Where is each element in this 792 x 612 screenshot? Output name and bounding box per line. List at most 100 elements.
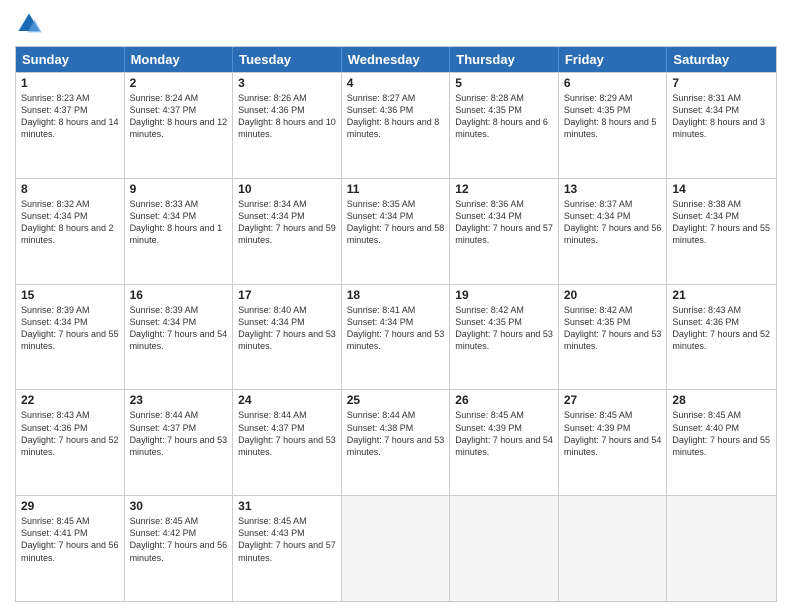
day-info: Sunrise: 8:45 AMSunset: 4:39 PMDaylight:… xyxy=(564,409,662,458)
day-info: Sunrise: 8:41 AMSunset: 4:34 PMDaylight:… xyxy=(347,304,445,353)
day-number: 14 xyxy=(672,182,771,196)
header-day-friday: Friday xyxy=(559,47,668,72)
day-number: 24 xyxy=(238,393,336,407)
day-info: Sunrise: 8:44 AMSunset: 4:37 PMDaylight:… xyxy=(130,409,228,458)
day-cell-14: 14 Sunrise: 8:38 AMSunset: 4:34 PMDayligh… xyxy=(667,179,776,284)
day-info: Sunrise: 8:44 AMSunset: 4:37 PMDaylight:… xyxy=(238,409,336,458)
day-number: 28 xyxy=(672,393,771,407)
day-info: Sunrise: 8:34 AMSunset: 4:34 PMDaylight:… xyxy=(238,198,336,247)
calendar-week-2: 8 Sunrise: 8:32 AMSunset: 4:34 PMDaylight… xyxy=(16,178,776,284)
day-number: 30 xyxy=(130,499,228,513)
day-cell-29: 29 Sunrise: 8:45 AMSunset: 4:41 PMDayligh… xyxy=(16,496,125,601)
day-number: 10 xyxy=(238,182,336,196)
day-info: Sunrise: 8:32 AMSunset: 4:34 PMDaylight:… xyxy=(21,198,119,247)
calendar-week-5: 29 Sunrise: 8:45 AMSunset: 4:41 PMDayligh… xyxy=(16,495,776,601)
page: SundayMondayTuesdayWednesdayThursdayFrid… xyxy=(0,0,792,612)
day-cell-8: 8 Sunrise: 8:32 AMSunset: 4:34 PMDaylight… xyxy=(16,179,125,284)
day-info: Sunrise: 8:27 AMSunset: 4:36 PMDaylight:… xyxy=(347,92,445,141)
day-cell-21: 21 Sunrise: 8:43 AMSunset: 4:36 PMDayligh… xyxy=(667,285,776,390)
day-cell-19: 19 Sunrise: 8:42 AMSunset: 4:35 PMDayligh… xyxy=(450,285,559,390)
day-number: 20 xyxy=(564,288,662,302)
day-number: 23 xyxy=(130,393,228,407)
day-cell-15: 15 Sunrise: 8:39 AMSunset: 4:34 PMDayligh… xyxy=(16,285,125,390)
day-cell-28: 28 Sunrise: 8:45 AMSunset: 4:40 PMDayligh… xyxy=(667,390,776,495)
day-number: 3 xyxy=(238,76,336,90)
day-info: Sunrise: 8:43 AMSunset: 4:36 PMDaylight:… xyxy=(672,304,771,353)
day-number: 31 xyxy=(238,499,336,513)
day-cell-10: 10 Sunrise: 8:34 AMSunset: 4:34 PMDayligh… xyxy=(233,179,342,284)
calendar-week-3: 15 Sunrise: 8:39 AMSunset: 4:34 PMDayligh… xyxy=(16,284,776,390)
empty-cell xyxy=(559,496,668,601)
logo-icon xyxy=(15,10,43,38)
calendar-header: SundayMondayTuesdayWednesdayThursdayFrid… xyxy=(16,47,776,72)
day-number: 5 xyxy=(455,76,553,90)
day-info: Sunrise: 8:31 AMSunset: 4:34 PMDaylight:… xyxy=(672,92,771,141)
day-info: Sunrise: 8:35 AMSunset: 4:34 PMDaylight:… xyxy=(347,198,445,247)
calendar: SundayMondayTuesdayWednesdayThursdayFrid… xyxy=(15,46,777,602)
day-number: 19 xyxy=(455,288,553,302)
day-cell-30: 30 Sunrise: 8:45 AMSunset: 4:42 PMDayligh… xyxy=(125,496,234,601)
day-cell-17: 17Sunrise: 8:40 AMSunset: 4:34 PMDayligh… xyxy=(233,285,342,390)
day-cell-26: 26 Sunrise: 8:45 AMSunset: 4:39 PMDayligh… xyxy=(450,390,559,495)
day-info: Sunrise: 8:28 AMSunset: 4:35 PMDaylight:… xyxy=(455,92,553,141)
day-number: 13 xyxy=(564,182,662,196)
day-cell-23: 23 Sunrise: 8:44 AMSunset: 4:37 PMDayligh… xyxy=(125,390,234,495)
day-info: Sunrise: 8:39 AMSunset: 4:34 PMDaylight:… xyxy=(130,304,228,353)
day-cell-25: 25Sunrise: 8:44 AMSunset: 4:38 PMDayligh… xyxy=(342,390,451,495)
day-info: Sunrise: 8:42 AMSunset: 4:35 PMDaylight:… xyxy=(455,304,553,353)
day-cell-18: 18 Sunrise: 8:41 AMSunset: 4:34 PMDayligh… xyxy=(342,285,451,390)
day-info: Sunrise: 8:26 AMSunset: 4:36 PMDaylight:… xyxy=(238,92,336,141)
day-cell-9: 9 Sunrise: 8:33 AMSunset: 4:34 PMDaylight… xyxy=(125,179,234,284)
day-cell-24: 24 Sunrise: 8:44 AMSunset: 4:37 PMDayligh… xyxy=(233,390,342,495)
day-number: 16 xyxy=(130,288,228,302)
day-info: Sunrise: 8:23 AMSunset: 4:37 PMDaylight:… xyxy=(21,92,119,141)
calendar-week-1: 1Sunrise: 8:23 AMSunset: 4:37 PMDaylight… xyxy=(16,72,776,178)
day-number: 11 xyxy=(347,182,445,196)
day-number: 22 xyxy=(21,393,119,407)
day-number: 17 xyxy=(238,288,336,302)
day-info: Sunrise: 8:42 AMSunset: 4:35 PMDaylight:… xyxy=(564,304,662,353)
day-info: Sunrise: 8:33 AMSunset: 4:34 PMDaylight:… xyxy=(130,198,228,247)
calendar-week-4: 22 Sunrise: 8:43 AMSunset: 4:36 PMDayligh… xyxy=(16,389,776,495)
day-cell-12: 12 Sunrise: 8:36 AMSunset: 4:34 PMDayligh… xyxy=(450,179,559,284)
day-info: Sunrise: 8:45 AMSunset: 4:39 PMDaylight:… xyxy=(455,409,553,458)
day-number: 8 xyxy=(21,182,119,196)
day-cell-3: 3 Sunrise: 8:26 AMSunset: 4:36 PMDaylight… xyxy=(233,73,342,178)
header-day-wednesday: Wednesday xyxy=(342,47,451,72)
day-cell-22: 22 Sunrise: 8:43 AMSunset: 4:36 PMDayligh… xyxy=(16,390,125,495)
day-cell-11: 11 Sunrise: 8:35 AMSunset: 4:34 PMDayligh… xyxy=(342,179,451,284)
day-info: Sunrise: 8:39 AMSunset: 4:34 PMDaylight:… xyxy=(21,304,119,353)
empty-cell xyxy=(342,496,451,601)
header-day-saturday: Saturday xyxy=(667,47,776,72)
day-cell-2: 2Sunrise: 8:24 AMSunset: 4:37 PMDaylight… xyxy=(125,73,234,178)
header-day-sunday: Sunday xyxy=(16,47,125,72)
day-info: Sunrise: 8:45 AMSunset: 4:40 PMDaylight:… xyxy=(672,409,771,458)
day-number: 2 xyxy=(130,76,228,90)
day-info: Sunrise: 8:38 AMSunset: 4:34 PMDaylight:… xyxy=(672,198,771,247)
day-cell-5: 5 Sunrise: 8:28 AMSunset: 4:35 PMDaylight… xyxy=(450,73,559,178)
day-number: 29 xyxy=(21,499,119,513)
day-cell-13: 13Sunrise: 8:37 AMSunset: 4:34 PMDayligh… xyxy=(559,179,668,284)
day-cell-31: 31Sunrise: 8:45 AMSunset: 4:43 PMDayligh… xyxy=(233,496,342,601)
day-cell-7: 7 Sunrise: 8:31 AMSunset: 4:34 PMDaylight… xyxy=(667,73,776,178)
day-number: 9 xyxy=(130,182,228,196)
day-cell-4: 4Sunrise: 8:27 AMSunset: 4:36 PMDaylight… xyxy=(342,73,451,178)
day-number: 15 xyxy=(21,288,119,302)
day-number: 21 xyxy=(672,288,771,302)
header-day-tuesday: Tuesday xyxy=(233,47,342,72)
header-day-monday: Monday xyxy=(125,47,234,72)
day-info: Sunrise: 8:45 AMSunset: 4:42 PMDaylight:… xyxy=(130,515,228,564)
day-number: 18 xyxy=(347,288,445,302)
day-number: 7 xyxy=(672,76,771,90)
day-number: 12 xyxy=(455,182,553,196)
day-number: 6 xyxy=(564,76,662,90)
day-cell-16: 16 Sunrise: 8:39 AMSunset: 4:34 PMDayligh… xyxy=(125,285,234,390)
day-info: Sunrise: 8:36 AMSunset: 4:34 PMDaylight:… xyxy=(455,198,553,247)
day-info: Sunrise: 8:45 AMSunset: 4:41 PMDaylight:… xyxy=(21,515,119,564)
day-info: Sunrise: 8:43 AMSunset: 4:36 PMDaylight:… xyxy=(21,409,119,458)
day-number: 26 xyxy=(455,393,553,407)
header xyxy=(15,10,777,38)
day-info: Sunrise: 8:29 AMSunset: 4:35 PMDaylight:… xyxy=(564,92,662,141)
header-day-thursday: Thursday xyxy=(450,47,559,72)
day-cell-27: 27Sunrise: 8:45 AMSunset: 4:39 PMDayligh… xyxy=(559,390,668,495)
